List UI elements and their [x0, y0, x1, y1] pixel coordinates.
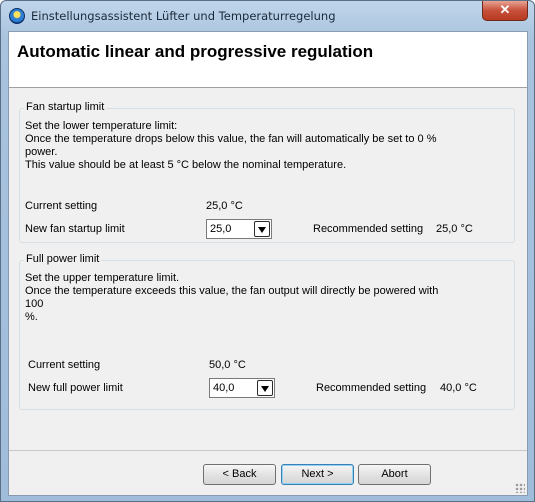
full-power-limit-value: 40,0 — [213, 382, 235, 394]
fan-startup-group: Fan startup limit Set the lower temperat… — [19, 101, 515, 243]
next-button[interactable]: Next > — [281, 464, 354, 485]
startup-limit-value: 25,0 — [210, 223, 232, 235]
close-icon: ✕ — [499, 2, 511, 17]
fullpower-new-label: New full power limit — [28, 382, 123, 394]
dialog-client-area: Automatic linear and progressive regulat… — [8, 31, 528, 496]
fullpower-recommended-label: Recommended setting — [316, 382, 427, 394]
resize-grip-icon[interactable] — [515, 483, 525, 493]
startup-new-label: New fan startup limit — [25, 223, 125, 235]
app-icon — [9, 8, 25, 24]
fan-startup-description: Set the lower temperature limit: Once th… — [25, 120, 437, 171]
fullpower-recommended-value: 40,0 °C — [440, 382, 477, 394]
full-power-legend: Full power limit — [24, 253, 102, 265]
close-button[interactable]: ✕ — [482, 1, 528, 21]
startup-current-value: 25,0 °C — [206, 200, 243, 212]
startup-limit-select[interactable]: 25,0 — [206, 219, 272, 239]
full-power-description: Set the upper temperature limit. Once th… — [25, 272, 439, 323]
chevron-down-icon[interactable] — [254, 221, 270, 237]
startup-recommended-label: Recommended setting — [313, 223, 424, 235]
abort-button[interactable]: Abort — [358, 464, 431, 485]
title-bar[interactable]: Einstellungsassistent Lüfter und Tempera… — [1, 1, 534, 31]
page-title: Automatic linear and progressive regulat… — [17, 42, 374, 61]
full-power-limit-select[interactable]: 40,0 — [209, 378, 275, 398]
window-title: Einstellungsassistent Lüfter und Tempera… — [31, 9, 336, 23]
back-button[interactable]: < Back — [203, 464, 276, 485]
startup-current-label: Current setting — [25, 200, 98, 212]
footer-separator — [9, 450, 527, 451]
fan-startup-legend: Fan startup limit — [24, 101, 107, 113]
startup-recommended-value: 25,0 °C — [436, 223, 473, 235]
full-power-group: Full power limit Set the upper temperatu… — [19, 253, 515, 410]
wizard-window: Einstellungsassistent Lüfter und Tempera… — [0, 0, 535, 502]
fullpower-current-value: 50,0 °C — [209, 359, 246, 371]
fullpower-current-label: Current setting — [28, 359, 101, 371]
chevron-down-icon[interactable] — [257, 380, 273, 396]
page-header: Automatic linear and progressive regulat… — [9, 32, 527, 88]
